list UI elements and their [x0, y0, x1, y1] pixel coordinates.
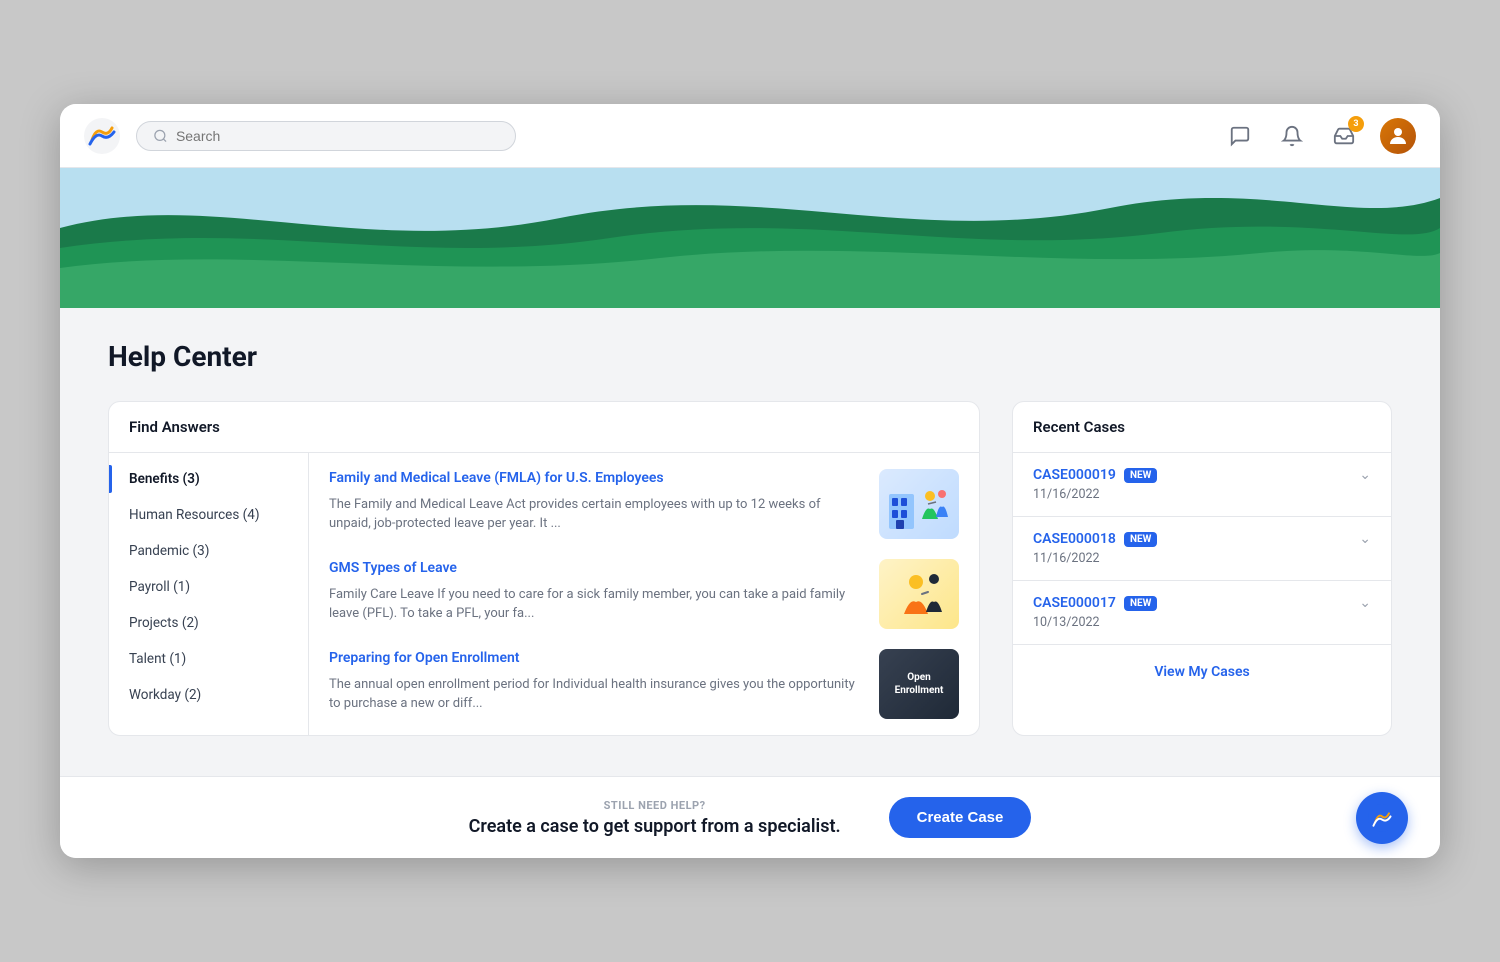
chat-fab-button[interactable] [1356, 792, 1408, 844]
find-answers-header: Find Answers [109, 402, 979, 453]
case-info-2: CASE000017 NEW 10/13/2022 [1033, 595, 1157, 630]
list-item[interactable]: CASE000018 NEW 11/16/2022 ⌄ [1013, 517, 1391, 581]
article-thumb-enrollment: OpenEnrollment [879, 649, 959, 719]
article-desc-gms: Family Care Leave If you need to care fo… [329, 585, 863, 624]
find-answers-section: Find Answers Benefits (3) Human Resource… [108, 401, 980, 736]
categories-list: Benefits (3) Human Resources (4) Pandemi… [109, 453, 309, 735]
footer-bar: STILL NEED HELP? Create a case to get su… [60, 776, 1440, 858]
logo-area [84, 118, 120, 154]
case-top-0: CASE000019 NEW [1033, 467, 1157, 483]
article-thumb-fmla [879, 469, 959, 539]
search-icon [153, 128, 168, 144]
user-avatar[interactable] [1380, 118, 1416, 154]
view-my-cases-link[interactable]: View My Cases [1154, 664, 1249, 680]
chat-fab-icon [1368, 804, 1396, 832]
notifications-button[interactable] [1276, 120, 1308, 152]
case-top-2: CASE000017 NEW [1033, 595, 1157, 611]
avatar-icon [1386, 124, 1410, 148]
find-answers-body: Benefits (3) Human Resources (4) Pandemi… [109, 453, 979, 735]
category-payroll[interactable]: Payroll (1) [109, 569, 308, 605]
chevron-down-icon: ⌄ [1359, 531, 1371, 547]
main-content: Help Center Find Answers Benefits (3) Hu… [60, 308, 1440, 776]
article-text-gms: GMS Types of Leave Family Care Leave If … [329, 559, 863, 624]
list-item[interactable]: CASE000019 NEW 11/16/2022 ⌄ [1013, 453, 1391, 517]
case-top-1: CASE000018 NEW [1033, 531, 1157, 547]
chevron-down-icon: ⌄ [1359, 595, 1371, 611]
footer-cta-text: Create a case to get support from a spec… [469, 816, 841, 837]
chat-icon [1229, 125, 1251, 147]
hero-banner [60, 168, 1440, 308]
workday-logo-icon [84, 118, 120, 154]
article-title-enrollment[interactable]: Preparing for Open Enrollment [329, 649, 863, 669]
recent-cases-header: Recent Cases [1013, 402, 1391, 453]
case-id-1[interactable]: CASE000018 [1033, 531, 1116, 547]
case-id-2[interactable]: CASE000017 [1033, 595, 1116, 611]
category-hr[interactable]: Human Resources (4) [109, 497, 308, 533]
nav-icons: 3 [1224, 118, 1416, 154]
article-desc-enrollment: The annual open enrollment period for In… [329, 675, 863, 714]
inbox-button[interactable]: 3 [1328, 120, 1360, 152]
case-badge-0: NEW [1124, 468, 1157, 483]
inbox-badge: 3 [1348, 116, 1364, 132]
case-date-2: 10/13/2022 [1033, 615, 1157, 630]
search-bar[interactable] [136, 121, 516, 151]
top-nav: 3 [60, 104, 1440, 168]
bell-icon [1281, 125, 1303, 147]
messages-button[interactable] [1224, 120, 1256, 152]
content-grid: Find Answers Benefits (3) Human Resource… [108, 401, 1392, 736]
article-title-gms[interactable]: GMS Types of Leave [329, 559, 863, 579]
case-id-0[interactable]: CASE000019 [1033, 467, 1116, 483]
category-talent[interactable]: Talent (1) [109, 641, 308, 677]
list-item: Family and Medical Leave (FMLA) for U.S.… [329, 469, 959, 539]
article-desc-fmla: The Family and Medical Leave Act provide… [329, 495, 863, 534]
article-title-fmla[interactable]: Family and Medical Leave (FMLA) for U.S.… [329, 469, 863, 489]
case-badge-2: NEW [1124, 596, 1157, 611]
chevron-down-icon: ⌄ [1359, 467, 1371, 483]
article-thumb-gms [879, 559, 959, 629]
page-title: Help Center [108, 340, 1392, 373]
search-input[interactable] [176, 128, 499, 144]
articles-list: Family and Medical Leave (FMLA) for U.S.… [309, 453, 979, 735]
list-item[interactable]: CASE000017 NEW 10/13/2022 ⌄ [1013, 581, 1391, 645]
case-badge-1: NEW [1124, 532, 1157, 547]
view-my-cases-area: View My Cases [1013, 645, 1391, 696]
create-case-button[interactable]: Create Case [889, 797, 1032, 838]
app-window: 3 Help Center Find Answers [60, 104, 1440, 858]
category-benefits[interactable]: Benefits (3) [109, 461, 308, 497]
case-info-0: CASE000019 NEW 11/16/2022 [1033, 467, 1157, 502]
category-workday[interactable]: Workday (2) [109, 677, 308, 713]
case-date-1: 11/16/2022 [1033, 551, 1157, 566]
case-date-0: 11/16/2022 [1033, 487, 1157, 502]
list-item: Preparing for Open Enrollment The annual… [329, 649, 959, 719]
article-text-fmla: Family and Medical Leave (FMLA) for U.S.… [329, 469, 863, 534]
article-text-enrollment: Preparing for Open Enrollment The annual… [329, 649, 863, 714]
category-pandemic[interactable]: Pandemic (3) [109, 533, 308, 569]
list-item: GMS Types of Leave Family Care Leave If … [329, 559, 959, 629]
hero-wave-svg [60, 168, 1440, 308]
still-need-help-label: STILL NEED HELP? [469, 799, 841, 812]
category-projects[interactable]: Projects (2) [109, 605, 308, 641]
recent-cases-section: Recent Cases CASE000019 NEW 11/16/2022 ⌄ [1012, 401, 1392, 736]
case-info-1: CASE000018 NEW 11/16/2022 [1033, 531, 1157, 566]
footer-text-area: STILL NEED HELP? Create a case to get su… [469, 799, 841, 837]
